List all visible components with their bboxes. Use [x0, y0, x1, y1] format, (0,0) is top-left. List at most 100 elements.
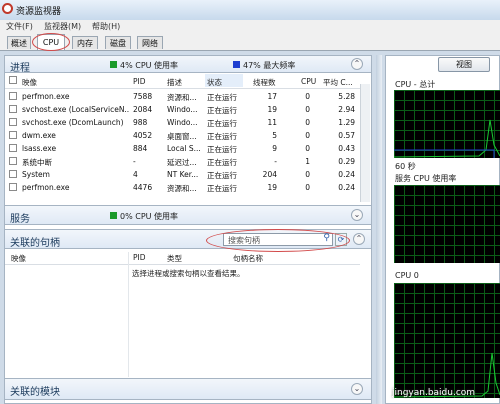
expand-services-icon[interactable]: ⌄	[351, 209, 363, 221]
cell-image: lsass.exe	[22, 144, 57, 153]
cell-description: NT Ker...	[167, 170, 199, 179]
service-cpu-graph	[394, 185, 500, 263]
table-row[interactable]: svchost.exe (LocalServiceN... 2084 Windo…	[5, 103, 360, 116]
cpu-total-graph	[394, 90, 500, 158]
col-image[interactable]: 映像	[22, 77, 37, 88]
cell-status: 正在运行	[207, 171, 237, 180]
cell-threads: 19	[267, 183, 277, 192]
cell-status: 正在运行	[207, 145, 237, 154]
cell-avg-cpu: 5.28	[338, 92, 355, 101]
cell-threads: 11	[267, 118, 277, 127]
collapse-processes-icon[interactable]: ⌃	[351, 58, 363, 70]
handles-col-image[interactable]: 映像	[11, 253, 26, 264]
cpu-total-line	[394, 119, 500, 158]
cell-threads: 204	[262, 170, 277, 179]
expand-modules-icon[interactable]: ⌄	[351, 383, 363, 395]
column-divider	[128, 252, 129, 377]
row-checkbox[interactable]	[9, 170, 17, 178]
cell-pid: 4052	[133, 131, 153, 140]
tab-network[interactable]: 网络	[137, 36, 163, 49]
cell-status: 正在运行	[207, 184, 237, 193]
row-checkbox[interactable]	[9, 144, 17, 152]
menu-file[interactable]: 文件(F)	[6, 21, 33, 32]
cell-avg-cpu: 0.24	[338, 183, 355, 192]
cell-image: svchost.exe (DcomLaunch)	[22, 118, 124, 127]
menu-monitor[interactable]: 监视器(M)	[44, 21, 81, 32]
cpu0-line	[394, 352, 500, 398]
col-description[interactable]: 描述	[167, 77, 182, 88]
col-cpu[interactable]: CPU	[301, 77, 316, 86]
table-row[interactable]: perfmon.exe 7588 资源和... 正在运行 17 0 5.28	[5, 90, 360, 103]
cell-threads: 19	[267, 105, 277, 114]
splitter-track	[376, 55, 382, 404]
cell-avg-cpu: 0.43	[338, 144, 355, 153]
row-checkbox[interactable]	[9, 157, 17, 165]
view-button-label: 视图	[456, 60, 472, 69]
handles-col-pid[interactable]: PID	[133, 253, 146, 262]
handles-col-name[interactable]: 句柄名称	[233, 253, 263, 264]
cell-avg-cpu: 0.24	[338, 170, 355, 179]
cell-description: Windo...	[167, 118, 198, 127]
processes-title: 进程	[10, 63, 30, 74]
table-row[interactable]: dwm.exe 4052 桌面窗... 正在运行 5 0 0.57	[5, 129, 360, 142]
handles-column-header: 映像 PID 类型 句柄名称	[5, 251, 360, 265]
view-button[interactable]: 视图	[438, 57, 490, 72]
cell-image: dwm.exe	[22, 131, 56, 140]
modules-header[interactable]: 关联的模块 ⌄	[4, 378, 372, 400]
cpu-time-window: 60 秒	[395, 162, 416, 171]
processes-column-header: 映像 PID 描述 状态 线程数 CPU 平均 C...	[5, 74, 360, 89]
services-header[interactable]: 服务 0% CPU 使用率 ⌄	[4, 205, 372, 225]
row-checkbox[interactable]	[9, 131, 17, 139]
cell-description: 桌面窗...	[167, 132, 197, 141]
tab-bar: 概述 CPU 内存 磁盘 网络	[0, 32, 500, 51]
cpu-total-label: CPU - 总计	[395, 80, 436, 89]
cell-pid: 7588	[133, 92, 153, 101]
cell-pid: 988	[133, 118, 148, 127]
col-pid[interactable]: PID	[133, 77, 146, 86]
cell-cpu: 0	[305, 105, 310, 114]
processes-scrollbar[interactable]	[360, 84, 370, 202]
service-cpu-label: 服务 CPU 使用率	[395, 174, 457, 183]
cell-cpu: 0	[305, 144, 310, 153]
max-freq-legend-swatch	[233, 61, 240, 68]
collapse-handles-icon[interactable]: ⌃	[353, 233, 365, 245]
table-row[interactable]: System 4 NT Ker... 正在运行 204 0 0.24	[5, 168, 360, 181]
cell-description: 延迟过...	[167, 158, 197, 167]
pane-splitter[interactable]	[374, 55, 384, 404]
tab-disk[interactable]: 磁盘	[105, 36, 131, 49]
handles-empty-message: 选择进程或搜索句柄以查看结果。	[132, 269, 245, 278]
cpu-tab-annotation-circle	[32, 33, 70, 51]
handles-col-type[interactable]: 类型	[167, 253, 182, 264]
row-checkbox[interactable]	[9, 118, 17, 126]
col-avg-cpu[interactable]: 平均 C...	[323, 77, 353, 88]
cell-status: 正在运行	[207, 132, 237, 141]
col-threads[interactable]: 线程数	[253, 77, 276, 88]
cell-cpu: 0	[305, 92, 310, 101]
table-row[interactable]: lsass.exe 884 Local S... 正在运行 9 0 0.43	[5, 142, 360, 155]
table-row[interactable]: 系统中断 - 延迟过... 正在运行 - 1 0.29	[5, 155, 360, 168]
modules-title: 关联的模块	[10, 387, 60, 398]
row-checkbox[interactable]	[9, 105, 17, 113]
cell-description: 资源和...	[167, 184, 197, 193]
tab-memory[interactable]: 内存	[72, 36, 98, 49]
row-checkbox[interactable]	[9, 92, 17, 100]
tab-overview[interactable]: 概述	[7, 36, 31, 49]
cpu-usage-legend-swatch	[110, 61, 117, 68]
cell-pid: 2084	[133, 105, 153, 114]
table-row[interactable]: perfmon.exe 4476 资源和... 正在运行 19 0 0.24	[5, 181, 360, 194]
row-checkbox[interactable]	[9, 183, 17, 191]
cell-image: perfmon.exe	[22, 183, 70, 192]
cell-threads: 17	[267, 92, 277, 101]
processes-header[interactable]: 进程 4% CPU 使用率 47% 最大频率 ⌃	[4, 55, 372, 74]
cell-description: Windo...	[167, 105, 198, 114]
processes-max-frequency: 47% 最大频率	[243, 61, 296, 70]
cell-status: 正在运行	[207, 119, 237, 128]
menu-help[interactable]: 帮助(H)	[92, 21, 120, 32]
cell-threads: -	[274, 157, 277, 166]
col-status[interactable]: 状态	[205, 74, 243, 87]
watermark: jingyan.baidu.com	[392, 388, 476, 398]
cell-image: 系统中断	[22, 158, 52, 167]
select-all-checkbox[interactable]	[9, 76, 17, 84]
table-row[interactable]: svchost.exe (DcomLaunch) 988 Windo... 正在…	[5, 116, 360, 129]
handles-title: 关联的句柄	[10, 238, 60, 249]
